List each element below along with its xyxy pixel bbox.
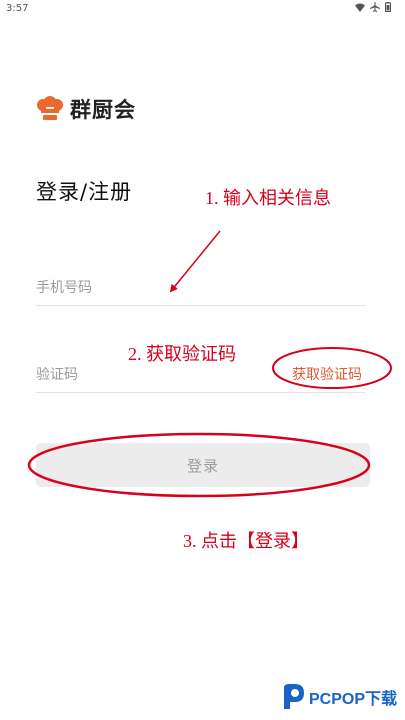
- annotation-step-3: 3. 点击【登录】: [183, 531, 309, 551]
- status-bar: 3:57: [0, 0, 405, 18]
- wifi-icon: [355, 3, 365, 12]
- login-button[interactable]: 登录: [36, 443, 370, 487]
- app-name: 群厨会: [70, 98, 136, 122]
- chef-hat-icon: [37, 96, 63, 120]
- phone-input[interactable]: [36, 277, 256, 297]
- code-field: 获取验证码: [36, 364, 366, 393]
- watermark-text: PCPOP下载: [308, 691, 397, 708]
- battery-icon: [385, 2, 391, 12]
- phone-field: [36, 277, 366, 306]
- get-code-button[interactable]: 获取验证码: [292, 364, 362, 384]
- annotation-step-1: 1. 输入相关信息: [205, 188, 331, 208]
- annotation-step-2: 2. 获取验证码: [128, 344, 236, 364]
- status-icons: [355, 2, 391, 12]
- airplane-icon: [370, 2, 380, 12]
- watermark: PCPOP下载: [280, 683, 397, 711]
- status-time: 3:57: [6, 3, 29, 14]
- watermark-logo-icon: [283, 684, 304, 709]
- code-input[interactable]: [36, 364, 256, 384]
- app-logo: 群厨会: [36, 94, 136, 124]
- page-title: 登录/注册: [36, 180, 133, 204]
